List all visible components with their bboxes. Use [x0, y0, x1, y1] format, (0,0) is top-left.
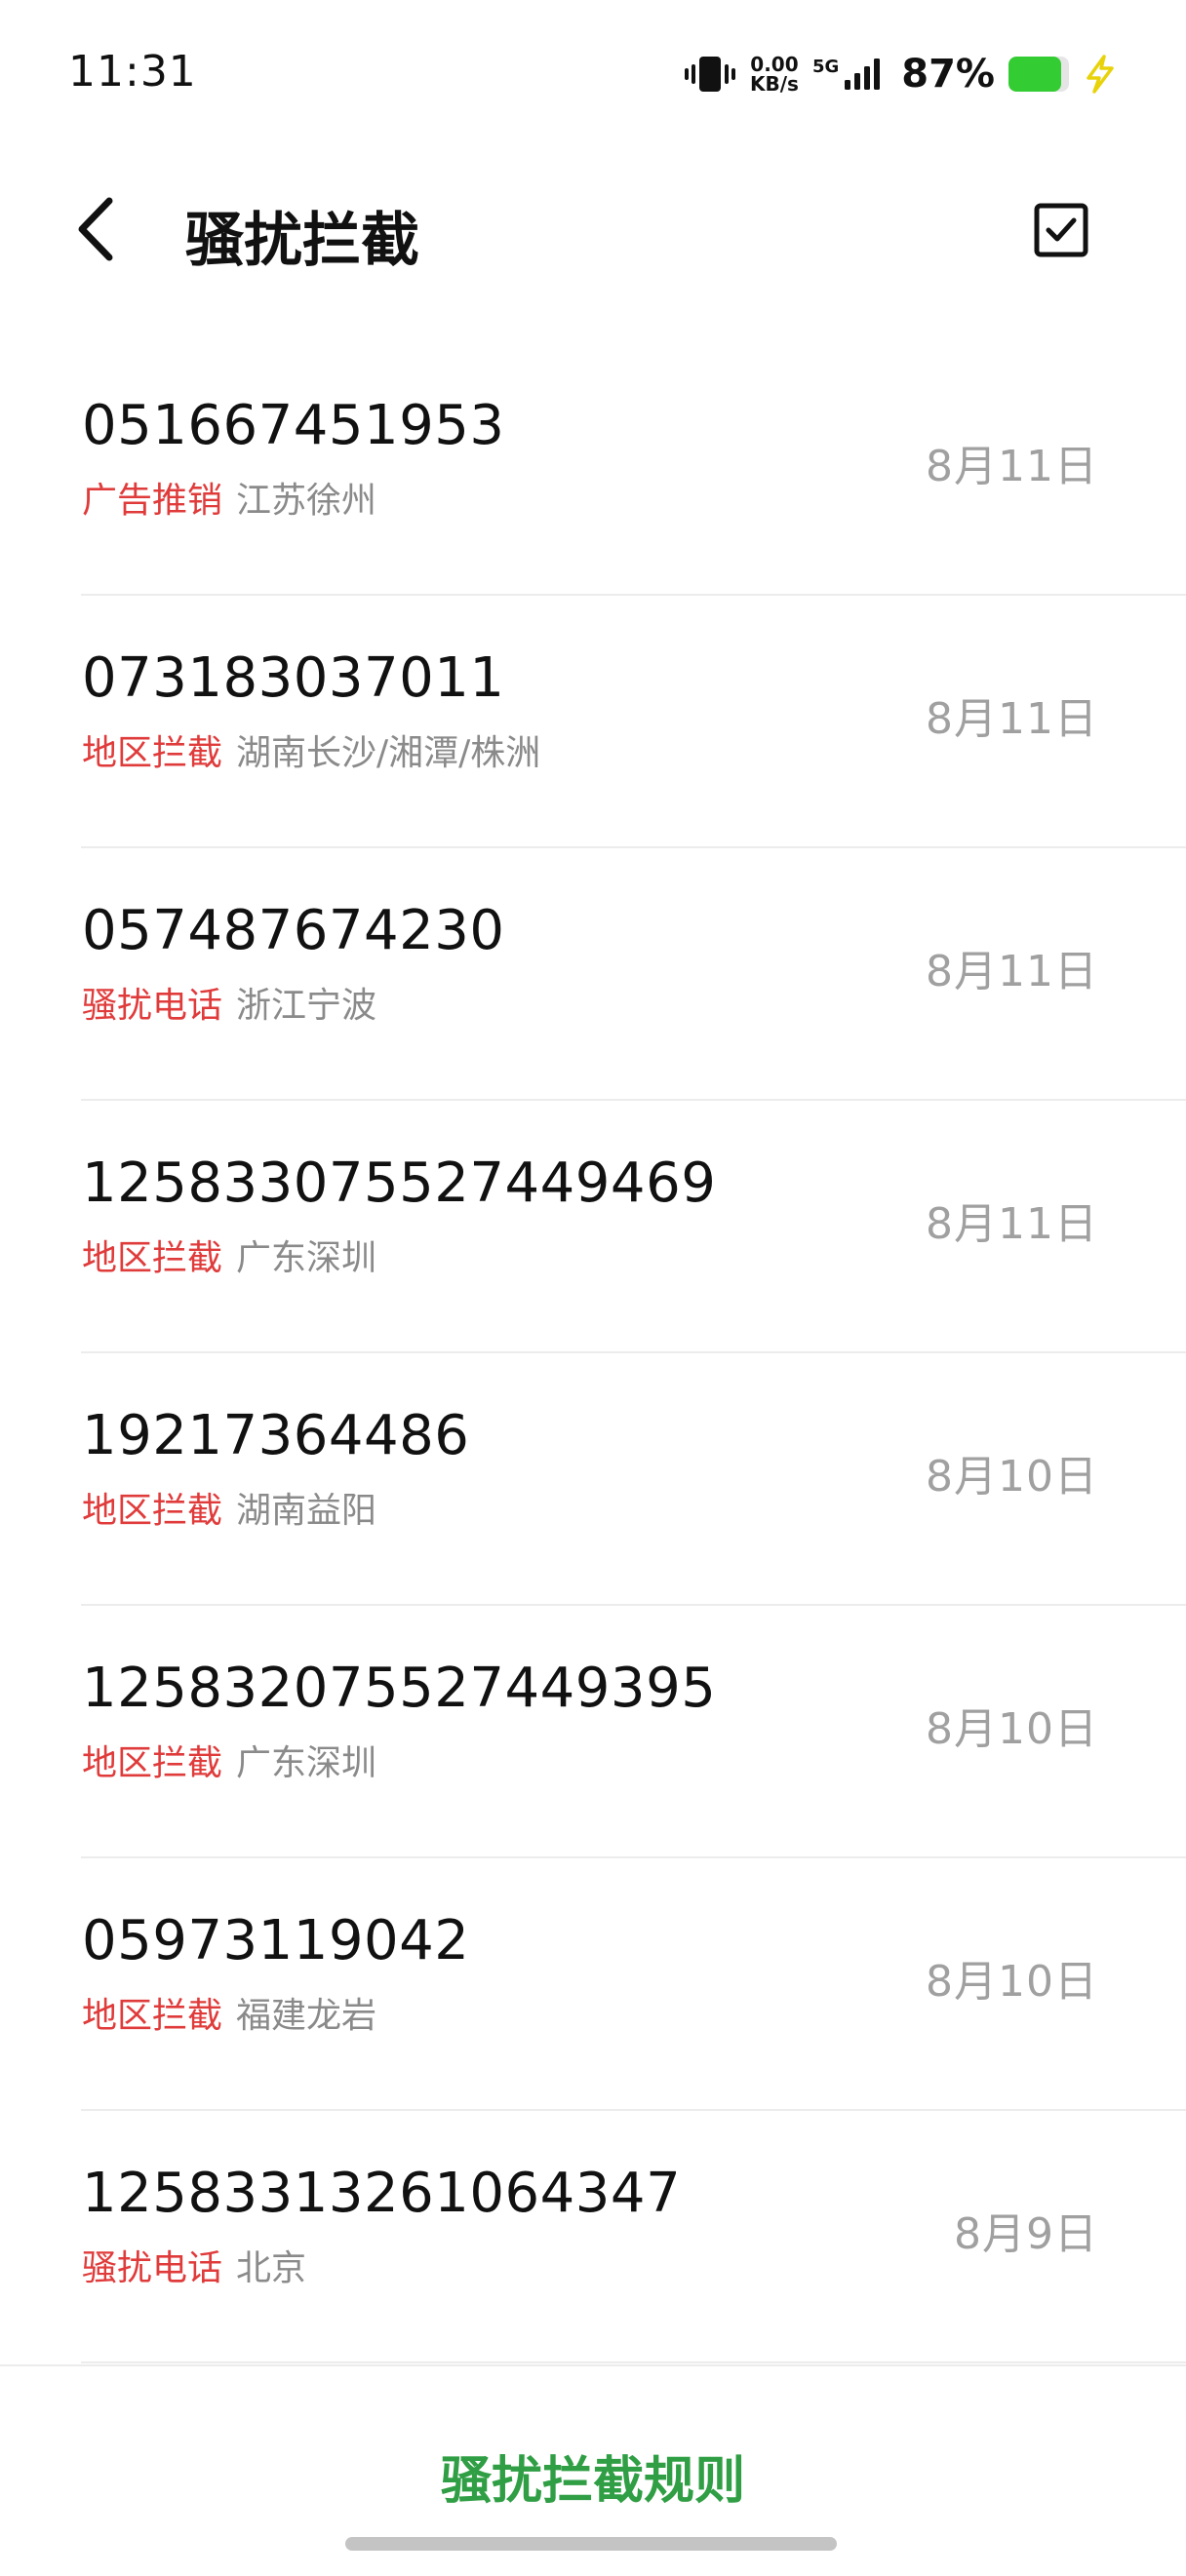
- location-label: 广东深圳: [236, 1743, 377, 1783]
- item-details: 地区拦截 福建龙岩: [82, 1987, 376, 2038]
- list-item[interactable]: 051667451953 广告推销 江苏徐州 8月11日: [0, 343, 1186, 596]
- status-icons: 0.00 KB/s 5G 87%: [684, 49, 1118, 99]
- battery-icon: [1008, 57, 1069, 92]
- date-label: 8月10日: [926, 1957, 1098, 2007]
- battery-percent: 87%: [901, 52, 995, 97]
- phone-number: 073183037011: [82, 646, 505, 710]
- item-details: 地区拦截 湖南益阳: [82, 1482, 376, 1533]
- header: 骚扰拦截: [0, 156, 1186, 302]
- block-reason-tag: 地区拦截: [82, 1238, 223, 1278]
- phone-number: 125832075527449395: [82, 1657, 717, 1720]
- block-reason-tag: 广告推销: [82, 481, 223, 521]
- block-reason-tag: 地区拦截: [82, 1491, 223, 1531]
- bottom-bar: 骚扰拦截规则: [0, 2364, 1186, 2576]
- location-label: 江苏徐州: [236, 481, 377, 521]
- location-label: 浙江宁波: [236, 986, 377, 1026]
- location-label: 湖南长沙/湘潭/株洲: [236, 733, 541, 773]
- vibrate-icon: [684, 55, 736, 94]
- list-item[interactable]: 05973119042 地区拦截 福建龙岩 8月10日: [0, 1858, 1186, 2111]
- block-reason-tag: 地区拦截: [82, 1743, 223, 1783]
- block-reason-tag: 地区拦截: [82, 1996, 223, 2036]
- location-label: 湖南益阳: [236, 1491, 377, 1531]
- item-details: 骚扰电话 浙江宁波: [82, 977, 376, 1028]
- location-label: 北京: [236, 2248, 307, 2288]
- multi-select-button[interactable]: [1034, 203, 1088, 257]
- block-rules-button[interactable]: 骚扰拦截规则: [0, 2439, 1186, 2513]
- block-reason-tag: 骚扰电话: [82, 2248, 223, 2288]
- back-button[interactable]: [68, 195, 127, 263]
- list-item[interactable]: 12583313261064347 骚扰电话 北京 8月9日: [0, 2111, 1186, 2363]
- block-reason-tag: 地区拦截: [82, 733, 223, 773]
- list-item[interactable]: 057487674230 骚扰电话 浙江宁波 8月11日: [0, 848, 1186, 1101]
- divider: [81, 2361, 1186, 2363]
- network-type: 5G: [811, 57, 840, 77]
- date-label: 8月11日: [926, 694, 1098, 744]
- phone-number: 05973119042: [82, 1909, 470, 1972]
- status-bar: 11:31 0.00 KB/s 5G 87%: [0, 0, 1186, 146]
- home-indicator[interactable]: [345, 2537, 837, 2551]
- block-reason-tag: 骚扰电话: [82, 986, 223, 1026]
- list-item[interactable]: 073183037011 地区拦截 湖南长沙/湘潭/株洲 8月11日: [0, 596, 1186, 848]
- item-details: 骚扰电话 北京: [82, 2240, 306, 2290]
- date-label: 8月11日: [926, 947, 1098, 996]
- network-indicator: 5G: [812, 57, 884, 92]
- list-item[interactable]: 19217364486 地区拦截 湖南益阳 8月10日: [0, 1353, 1186, 1606]
- item-details: 地区拦截 广东深圳: [82, 1229, 376, 1280]
- list-item[interactable]: 125832075527449395 地区拦截 广东深圳 8月10日: [0, 1606, 1186, 1858]
- checkbox-icon: [1034, 203, 1088, 257]
- location-label: 广东深圳: [236, 1238, 377, 1278]
- date-label: 8月9日: [954, 2209, 1098, 2259]
- list-item[interactable]: 125833075527449469 地区拦截 广东深圳 8月11日: [0, 1101, 1186, 1353]
- phone-number: 12583313261064347: [82, 2162, 682, 2225]
- signal-icon: [843, 57, 884, 92]
- item-details: 地区拦截 湖南长沙/湘潭/株洲: [82, 724, 540, 775]
- net-speed: 0.00 KB/s: [750, 55, 799, 94]
- blocked-call-list: 051667451953 广告推销 江苏徐州 8月11日 07318303701…: [0, 343, 1186, 2363]
- location-label: 福建龙岩: [236, 1996, 377, 2036]
- back-arrow-icon: [78, 197, 113, 261]
- charging-bolt-icon: [1083, 55, 1118, 94]
- date-label: 8月10日: [926, 1452, 1098, 1502]
- phone-number: 051667451953: [82, 394, 505, 457]
- status-time: 11:31: [68, 47, 197, 97]
- date-label: 8月11日: [926, 442, 1098, 491]
- item-details: 地区拦截 广东深圳: [82, 1735, 376, 1785]
- battery-fill: [1008, 57, 1061, 92]
- net-speed-unit: KB/s: [749, 72, 799, 96]
- phone-number: 125833075527449469: [82, 1151, 717, 1215]
- date-label: 8月11日: [926, 1199, 1098, 1249]
- date-label: 8月10日: [926, 1704, 1098, 1754]
- item-details: 广告推销 江苏徐州: [82, 472, 376, 523]
- page-title: 骚扰拦截: [185, 207, 419, 275]
- phone-number: 19217364486: [82, 1404, 470, 1467]
- net-speed-value: 0.00: [750, 53, 799, 76]
- phone-number: 057487674230: [82, 899, 505, 962]
